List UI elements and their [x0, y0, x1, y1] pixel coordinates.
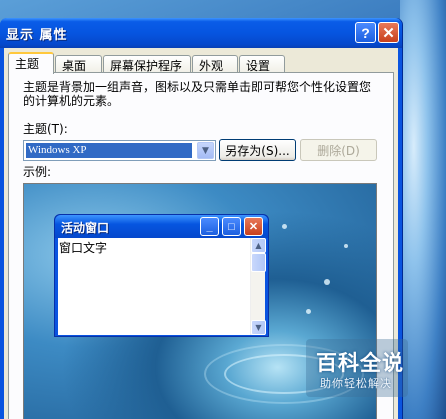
delete-button[interactable]: 删除(D) — [300, 139, 377, 161]
theme-dropdown[interactable]: Windows XP ▼ — [23, 140, 216, 161]
chevron-down-icon[interactable]: ▼ — [197, 142, 214, 159]
close-icon: ✕ — [244, 217, 263, 236]
close-button[interactable]: ✕ — [378, 22, 399, 43]
watermark-subtitle: 助你轻松解决 — [320, 377, 392, 390]
water-drop — [282, 224, 287, 229]
water-drop — [306, 309, 311, 314]
preview-label: 示例: — [23, 165, 52, 179]
theme-selected-value: Windows XP — [26, 143, 192, 158]
window-title: 显示 属性 — [6, 28, 68, 43]
tab-settings[interactable]: 设置 — [239, 55, 285, 73]
question-icon: ? — [361, 24, 370, 41]
tab-themes[interactable]: 主题 — [8, 52, 54, 74]
watermark-title: 百科全说 — [316, 351, 404, 375]
scroll-thumb — [251, 253, 266, 272]
maximize-icon: □ — [222, 217, 241, 236]
theme-description: 主题是背景加一组声音，图标以及只需单击即可帮您个性化设置您的计算机的元素。 — [23, 80, 372, 108]
tab-appearance[interactable]: 外观 — [192, 55, 238, 73]
arrow-down-icon: ▼ — [251, 320, 266, 335]
preview-window-body: 窗口文字 ▲ ▼ — [58, 238, 266, 335]
preview-scrollbar: ▲ ▼ — [250, 238, 266, 335]
watermark-logo: 百科全说 助你轻松解决 — [306, 339, 408, 399]
preview-window-title: 活动窗口 — [61, 221, 110, 235]
title-bar[interactable]: 显示 属性 ? ✕ — [0, 18, 402, 48]
water-drop — [324, 279, 330, 285]
preview-title-bar: 活动窗口 _ □ ✕ — [55, 215, 268, 238]
tab-screensaver[interactable]: 屏幕保护程序 — [103, 55, 191, 73]
water-drop — [344, 244, 348, 248]
arrow-up-icon: ▲ — [251, 238, 266, 253]
tab-desktop[interactable]: 桌面 — [55, 55, 102, 73]
preview-active-window: 活动窗口 _ □ ✕ 窗口文字 ▲ ▼ — [54, 214, 269, 337]
theme-label: 主题(T): — [23, 122, 68, 136]
help-button[interactable]: ? — [355, 22, 376, 43]
preview-window-text: 窗口文字 — [59, 241, 108, 255]
close-icon: ✕ — [382, 24, 395, 42]
save-as-button[interactable]: 另存为(S)... — [219, 139, 296, 161]
minimize-icon: _ — [200, 217, 219, 236]
